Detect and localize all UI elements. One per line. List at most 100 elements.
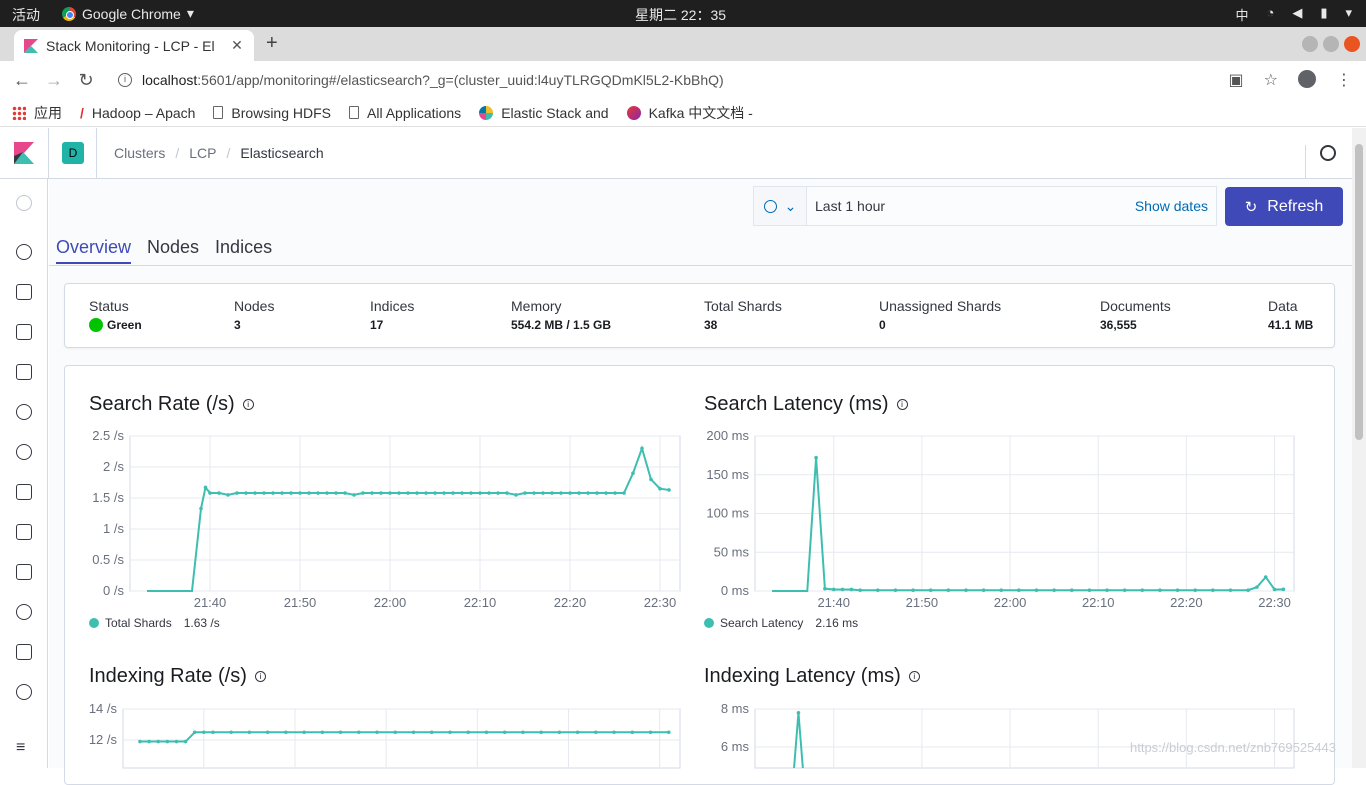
apm-icon[interactable] bbox=[16, 564, 32, 580]
data-point bbox=[1122, 588, 1127, 593]
data-point bbox=[156, 739, 161, 744]
series-line bbox=[147, 445, 670, 592]
star-icon[interactable]: ☆ bbox=[1264, 70, 1278, 90]
address-bar[interactable]: i localhost:5601/app/monitoring#/elastic… bbox=[110, 65, 1290, 95]
left-navigation: ≡ bbox=[0, 179, 48, 768]
data-point bbox=[357, 730, 361, 735]
help-icon[interactable] bbox=[1320, 145, 1336, 161]
back-arrow-icon[interactable]: ← bbox=[6, 70, 38, 91]
system-clock[interactable]: 星期二 22：35 bbox=[635, 5, 726, 25]
breadcrumb-clusters[interactable]: Clusters bbox=[114, 145, 165, 161]
bookmark-apps[interactable]: 应用 bbox=[12, 103, 62, 123]
discover-compass-icon[interactable] bbox=[16, 244, 32, 260]
app-menu[interactable]: Google Chrome ▾ bbox=[62, 5, 194, 22]
data-point bbox=[1052, 588, 1056, 593]
y-tick-label: 0 ms bbox=[721, 583, 750, 598]
data-point bbox=[316, 491, 320, 495]
new-tab-button[interactable]: + bbox=[266, 32, 278, 55]
recently-viewed-clock-icon[interactable] bbox=[16, 195, 32, 211]
y-tick-label: 12 /s bbox=[89, 732, 118, 747]
collapse-menu-icon[interactable]: ≡ bbox=[16, 739, 25, 757]
profile-avatar-icon[interactable] bbox=[1298, 70, 1316, 88]
logs-icon[interactable] bbox=[16, 524, 32, 540]
x-tick-label: 22:20 bbox=[1170, 595, 1203, 610]
data-point bbox=[271, 491, 275, 495]
data-point bbox=[1255, 585, 1259, 589]
canvas-icon[interactable] bbox=[16, 364, 32, 380]
activities-button[interactable]: 活动 bbox=[12, 5, 40, 25]
data-point bbox=[451, 491, 455, 495]
hadoop-feather-icon: / bbox=[80, 104, 84, 121]
y-tick-label: 0.5 /s bbox=[92, 552, 124, 567]
infrastructure-icon[interactable] bbox=[16, 484, 32, 500]
data-point bbox=[370, 491, 374, 495]
data-point bbox=[1034, 588, 1039, 593]
breadcrumb-lcp[interactable]: LCP bbox=[189, 145, 216, 161]
data-point bbox=[466, 730, 471, 735]
data-point bbox=[183, 739, 188, 744]
bookmark-hdfs[interactable]: Browsing HDFS bbox=[213, 105, 331, 121]
data-point bbox=[208, 491, 212, 495]
y-tick-label: 1 /s bbox=[103, 521, 124, 536]
space-avatar[interactable]: D bbox=[62, 142, 84, 164]
siem-lock-icon[interactable] bbox=[16, 644, 32, 660]
data-point bbox=[289, 491, 293, 495]
data-point bbox=[858, 588, 862, 593]
data-point bbox=[343, 491, 347, 495]
dashboard-icon[interactable] bbox=[16, 324, 32, 340]
page-scrollbar[interactable] bbox=[1352, 128, 1366, 768]
data-point bbox=[211, 730, 215, 735]
wifi-icon[interactable]: ◔ bbox=[1266, 5, 1274, 24]
browser-tab[interactable]: Stack Monitoring - LCP - El ✕ bbox=[14, 30, 254, 61]
data-point bbox=[138, 739, 142, 744]
maximize-button[interactable] bbox=[1323, 36, 1339, 52]
data-point bbox=[415, 491, 419, 495]
data-point bbox=[229, 730, 233, 735]
translate-icon[interactable]: ▣ bbox=[1229, 70, 1244, 90]
data-point bbox=[247, 730, 252, 735]
data-point bbox=[577, 491, 581, 495]
os-top-bar: 活动 Google Chrome ▾ 星期二 22：35 中 ◔ ◀ ▮ ▾ bbox=[0, 0, 1366, 27]
data-point bbox=[640, 446, 644, 451]
maps-icon[interactable] bbox=[16, 404, 32, 420]
reload-icon[interactable]: ↻ bbox=[70, 70, 102, 91]
kibana-logo-icon[interactable] bbox=[14, 142, 34, 164]
minimize-button[interactable] bbox=[1302, 36, 1318, 52]
data-point bbox=[298, 491, 302, 495]
ime-indicator[interactable]: 中 bbox=[1235, 5, 1248, 24]
bookmark-kafka[interactable]: Kafka 中文文档 - bbox=[626, 103, 753, 123]
info-icon[interactable]: i bbox=[118, 73, 132, 87]
bookmarks-bar: 应用 / Hadoop – Apach Browsing HDFS All App… bbox=[0, 99, 1366, 127]
system-tray[interactable]: 中 ◔ ◀ ▮ ▾ bbox=[1235, 5, 1352, 24]
series-line bbox=[793, 712, 804, 769]
x-tick-label: 22:00 bbox=[374, 595, 407, 610]
chevron-down-icon[interactable]: ▾ bbox=[1345, 5, 1352, 24]
machine-learning-icon[interactable] bbox=[16, 444, 32, 460]
x-tick-label: 21:50 bbox=[284, 595, 317, 610]
data-point bbox=[284, 730, 288, 735]
data-point bbox=[320, 730, 325, 735]
bookmark-applications[interactable]: All Applications bbox=[349, 105, 461, 121]
bookmark-elastic[interactable]: Elastic Stack and bbox=[479, 105, 609, 121]
tab-strip: Stack Monitoring - LCP - El ✕ + bbox=[0, 27, 1366, 61]
data-point bbox=[1158, 588, 1162, 593]
data-point bbox=[217, 491, 221, 495]
url-path: :5601/app/monitoring#/elasticsearch?_g=(… bbox=[197, 72, 724, 88]
bookmark-hadoop[interactable]: / Hadoop – Apach bbox=[80, 105, 195, 121]
data-point bbox=[649, 477, 653, 482]
dev-tools-icon[interactable] bbox=[16, 684, 32, 700]
data-point bbox=[521, 730, 525, 735]
menu-dots-icon[interactable]: ⋮ bbox=[1336, 70, 1352, 90]
tab-title: Stack Monitoring - LCP - El bbox=[46, 37, 215, 54]
volume-icon[interactable]: ◀ bbox=[1292, 5, 1302, 24]
close-icon[interactable]: ✕ bbox=[230, 37, 244, 54]
data-point bbox=[631, 471, 635, 476]
visualize-chart-icon[interactable] bbox=[16, 284, 32, 300]
forward-arrow-icon[interactable]: → bbox=[38, 70, 70, 91]
uptime-icon[interactable] bbox=[16, 604, 32, 620]
scrollbar-thumb[interactable] bbox=[1355, 144, 1363, 440]
chrome-icon bbox=[62, 6, 76, 21]
close-window-button[interactable] bbox=[1344, 36, 1360, 52]
data-point bbox=[448, 730, 452, 735]
battery-icon[interactable]: ▮ bbox=[1320, 5, 1327, 24]
